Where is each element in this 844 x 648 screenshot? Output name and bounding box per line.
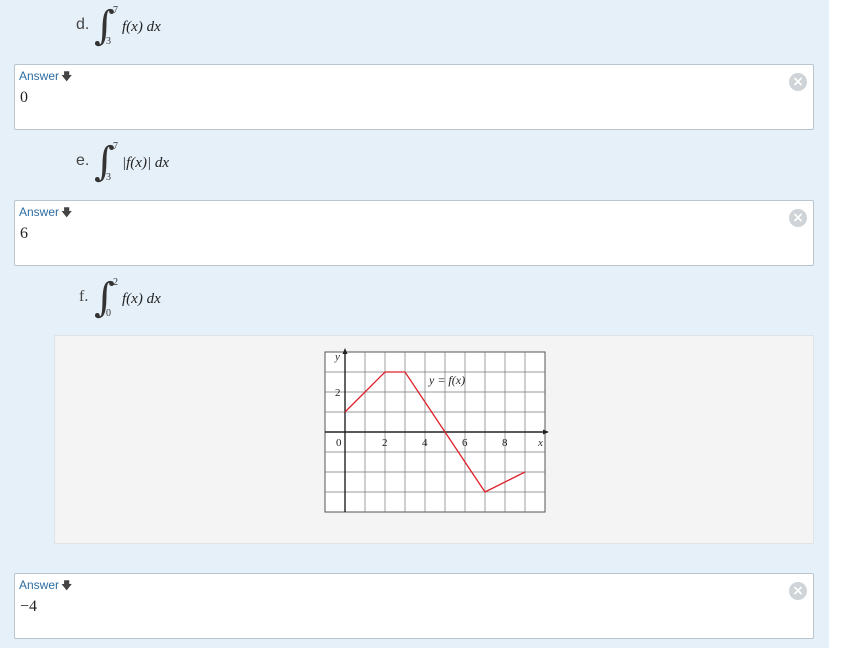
answer-label: Answer: [19, 205, 60, 219]
x-axis-label: x: [537, 437, 543, 449]
x-tick-label: 0: [336, 437, 342, 449]
graph-figure: y x y = f(x) 0 2 4 6 8 2: [54, 335, 814, 544]
down-arrow-icon: 🡇: [61, 580, 73, 592]
answer-label: Answer: [19, 69, 60, 83]
answer-value: 6: [20, 225, 28, 242]
integral-sign: ∫: [94, 139, 115, 185]
problem-letter: f.: [79, 288, 89, 305]
function-label: y = f(x): [428, 373, 465, 387]
scroll-gutter: [829, 0, 844, 648]
problem-d: d. ∫ 7 3 f(x) dx: [76, 4, 276, 50]
close-icon[interactable]: ×: [789, 582, 807, 600]
upper-limit: 7: [113, 141, 118, 152]
upper-limit: 7: [113, 5, 118, 16]
integral-sign: ∫: [94, 3, 115, 49]
answer-box[interactable]: Answer 🡇 0 ×: [14, 64, 814, 130]
answer-value: −4: [20, 598, 38, 615]
answer-box[interactable]: Answer 🡇 6 ×: [14, 200, 814, 266]
answer-box[interactable]: Answer 🡇 −4 ×: [14, 573, 814, 639]
close-icon[interactable]: ×: [789, 73, 807, 91]
x-tick-label: 8: [502, 437, 508, 449]
y-tick-label: 2: [335, 387, 341, 399]
lower-limit: 3: [106, 172, 111, 183]
integral-sign: ∫: [94, 275, 115, 321]
x-tick-label: 4: [422, 437, 428, 449]
lower-limit: 0: [106, 308, 111, 319]
problem-e: e. ∫ 7 3 |f(x)| dx: [76, 140, 276, 186]
function-graph: y x y = f(x) 0 2 4 6 8 2: [324, 348, 549, 513]
answer-toggle[interactable]: Answer 🡇: [19, 68, 72, 87]
y-tick-labels: 2: [335, 387, 341, 399]
down-arrow-icon: 🡇: [61, 207, 73, 219]
y-axis-label: y: [334, 351, 340, 363]
upper-limit: 2: [113, 277, 118, 288]
x-tick-label: 6: [462, 437, 468, 449]
answer-toggle[interactable]: Answer 🡇: [19, 577, 72, 596]
problem-f: f. ∫ 2 0 f(x) dx: [79, 276, 279, 322]
problem-letter: e.: [76, 152, 90, 169]
answer-value: 0: [20, 89, 28, 106]
x-tick-label: 2: [382, 437, 388, 449]
x-axis-arrow: [543, 429, 549, 435]
integrand: f(x) dx: [122, 291, 161, 307]
integrand: |f(x)| dx: [122, 155, 169, 171]
integrand: f(x) dx: [122, 19, 161, 35]
answer-label: Answer: [19, 578, 60, 592]
answer-toggle[interactable]: Answer 🡇: [19, 204, 72, 223]
y-axis-arrow: [342, 348, 348, 354]
problem-letter: d.: [76, 16, 90, 33]
lower-limit: 3: [106, 36, 111, 47]
close-icon[interactable]: ×: [789, 209, 807, 227]
down-arrow-icon: 🡇: [61, 71, 73, 83]
